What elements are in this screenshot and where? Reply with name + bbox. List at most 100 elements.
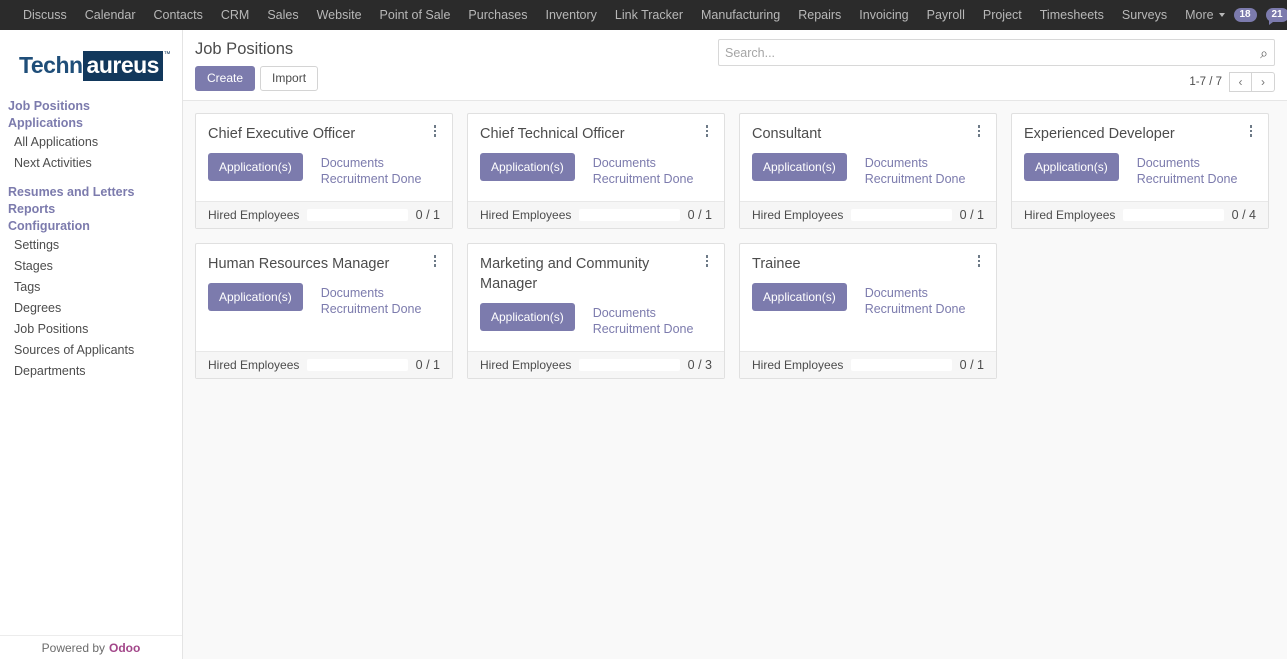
search-box[interactable]: ⌕: [718, 39, 1275, 66]
odoo-brand-link[interactable]: Odoo: [109, 641, 140, 655]
powered-by-label: Powered by: [41, 640, 106, 655]
hired-employees-count: 0 / 1: [687, 208, 712, 222]
documents-link[interactable]: Documents: [593, 305, 694, 321]
recruitment-done-link[interactable]: Recruitment Done: [321, 171, 422, 187]
control-panel-right: ⌕ 1-7 / 7 ‹ ›: [718, 39, 1275, 92]
job-position-card[interactable]: Chief Executive Officer Application(s) Doc…: [195, 113, 453, 229]
nav-item-manufacturing[interactable]: Manufacturing: [692, 0, 789, 30]
hired-employees-count: 0 / 4: [1231, 208, 1256, 222]
hired-employees-label: Hired Employees: [752, 208, 844, 222]
nav-item-sales[interactable]: Sales: [258, 0, 307, 30]
nav-item-website[interactable]: Website: [308, 0, 371, 30]
company-logo[interactable]: Techn aureus ™: [19, 51, 170, 81]
nav-item-purchases[interactable]: Purchases: [459, 0, 536, 30]
applications-button[interactable]: Application(s): [208, 153, 303, 181]
card-menu-icon[interactable]: [1244, 123, 1258, 139]
sidebar-menu: Job Positions Applications All Application…: [0, 90, 182, 382]
hired-progress-bar: [1123, 209, 1224, 221]
card-menu-icon[interactable]: [428, 123, 442, 139]
sidebar-item-tags[interactable]: Tags: [0, 277, 182, 298]
card-links: Documents Recruitment Done: [865, 153, 966, 187]
applications-button[interactable]: Application(s): [208, 283, 303, 311]
hired-employees-count: 0 / 1: [415, 208, 440, 222]
applications-button[interactable]: Application(s): [752, 153, 847, 181]
sidebar-item-stages[interactable]: Stages: [0, 256, 182, 277]
recruitment-done-link[interactable]: Recruitment Done: [593, 321, 694, 337]
hired-employees-count: 0 / 1: [415, 358, 440, 372]
import-button[interactable]: Import: [260, 66, 319, 91]
sidebar-item-settings[interactable]: Settings: [0, 235, 182, 256]
nav-item-invoicing[interactable]: Invoicing: [850, 0, 917, 30]
pager-previous-button[interactable]: ‹: [1229, 72, 1252, 92]
nav-item-repairs[interactable]: Repairs: [789, 0, 850, 30]
hired-employees-count: 0 / 1: [959, 358, 984, 372]
nav-item-inventory[interactable]: Inventory: [536, 0, 605, 30]
card-links: Documents Recruitment Done: [321, 283, 422, 317]
recruitment-done-link[interactable]: Recruitment Done: [865, 171, 966, 187]
card-actions: Application(s) Documents Recruitment Done: [752, 153, 984, 187]
card-links: Documents Recruitment Done: [1137, 153, 1238, 187]
search-input[interactable]: [725, 45, 1261, 60]
message-counter-badge[interactable]: 21: [1265, 8, 1287, 25]
nav-item-more[interactable]: More: [1176, 8, 1233, 22]
card-menu-icon[interactable]: [972, 123, 986, 139]
nav-item-point-of-sale[interactable]: Point of Sale: [371, 0, 460, 30]
activity-counter-badge[interactable]: 18: [1229, 8, 1257, 24]
magnifier-plus-icon[interactable]: ⌕: [1260, 46, 1268, 60]
recruitment-done-link[interactable]: Recruitment Done: [865, 301, 966, 317]
job-position-title: Consultant: [752, 126, 822, 142]
card-actions: Application(s) Documents Recruitment Done: [752, 283, 984, 317]
applications-button[interactable]: Application(s): [1024, 153, 1119, 181]
hired-employees-label: Hired Employees: [480, 358, 572, 372]
nav-item-link-tracker[interactable]: Link Tracker: [606, 0, 692, 30]
sidebar-item-job-positions[interactable]: Job Positions: [0, 98, 182, 115]
card-body: Experienced Developer Application(s) Docum…: [1012, 114, 1268, 201]
sidebar-item-applications[interactable]: Applications: [0, 115, 182, 132]
nav-item-contacts[interactable]: Contacts: [145, 0, 212, 30]
sidebar-item-next-activities[interactable]: Next Activities: [0, 153, 182, 174]
applications-button[interactable]: Application(s): [480, 153, 575, 181]
sidebar-item-resumes-and-letters[interactable]: Resumes and Letters: [0, 184, 182, 201]
nav-item-crm[interactable]: CRM: [212, 0, 258, 30]
recruitment-done-link[interactable]: Recruitment Done: [1137, 171, 1238, 187]
job-position-card[interactable]: Chief Technical Officer Application(s) Doc…: [467, 113, 725, 229]
nav-item-payroll[interactable]: Payroll: [918, 0, 974, 30]
job-position-card[interactable]: Marketing and Community Manager Applicati…: [467, 243, 725, 379]
job-position-card[interactable]: Consultant Application(s) Documents Recruit…: [739, 113, 997, 229]
documents-link[interactable]: Documents: [593, 155, 694, 171]
card-menu-icon[interactable]: [700, 123, 714, 139]
hired-employees-count: 0 / 3: [687, 358, 712, 372]
topbar-right-group: 18 21 ⚒ Administrator (test): [1229, 7, 1287, 25]
recruitment-done-link[interactable]: Recruitment Done: [593, 171, 694, 187]
nav-item-discuss[interactable]: Discuss: [14, 0, 76, 30]
sidebar-item-configuration[interactable]: Configuration: [0, 218, 182, 235]
sidebar-item-job-positions[interactable]: Job Positions: [0, 319, 182, 340]
sidebar-item-all-applications[interactable]: All Applications: [0, 132, 182, 153]
recruitment-done-link[interactable]: Recruitment Done: [321, 301, 422, 317]
applications-button[interactable]: Application(s): [480, 303, 575, 331]
documents-link[interactable]: Documents: [321, 285, 422, 301]
nav-item-surveys[interactable]: Surveys: [1113, 0, 1176, 30]
nav-item-project[interactable]: Project: [974, 0, 1031, 30]
sidebar-item-reports[interactable]: Reports: [0, 201, 182, 218]
card-menu-icon[interactable]: [700, 253, 714, 269]
applications-button[interactable]: Application(s): [752, 283, 847, 311]
documents-link[interactable]: Documents: [865, 155, 966, 171]
card-links: Documents Recruitment Done: [865, 283, 966, 317]
card-footer: Hired Employees 0 / 1: [740, 201, 996, 228]
card-menu-icon[interactable]: [428, 253, 442, 269]
nav-item-calendar[interactable]: Calendar: [76, 0, 145, 30]
sidebar-item-sources-of-applicants[interactable]: Sources of Applicants: [0, 340, 182, 361]
documents-link[interactable]: Documents: [321, 155, 422, 171]
create-button[interactable]: Create: [195, 66, 256, 91]
nav-item-timesheets[interactable]: Timesheets: [1031, 0, 1113, 30]
sidebar-item-departments[interactable]: Departments: [0, 361, 182, 382]
pager-next-button[interactable]: ›: [1252, 72, 1275, 92]
job-position-card[interactable]: Human Resources Manager Application(s) Doc…: [195, 243, 453, 379]
job-position-card[interactable]: Trainee Application(s) Documents Recruitmen…: [739, 243, 997, 379]
job-position-card[interactable]: Experienced Developer Application(s) Docum…: [1011, 113, 1269, 229]
documents-link[interactable]: Documents: [1137, 155, 1238, 171]
card-menu-icon[interactable]: [972, 253, 986, 269]
sidebar-item-degrees[interactable]: Degrees: [0, 298, 182, 319]
documents-link[interactable]: Documents: [865, 285, 966, 301]
